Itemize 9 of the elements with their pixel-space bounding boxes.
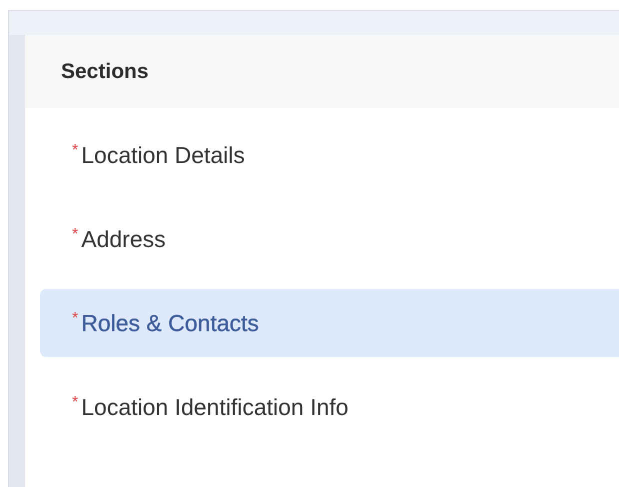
section-item[interactable]: *Location Identification Info xyxy=(40,373,619,441)
required-mark: * xyxy=(72,310,78,328)
section-item[interactable]: *Address xyxy=(40,205,619,273)
required-mark: * xyxy=(72,226,78,244)
section-item[interactable]: *Location Details xyxy=(40,121,619,189)
panel-title: Sections xyxy=(61,60,149,84)
section-item[interactable]: *Roles & Contacts xyxy=(40,289,619,357)
required-mark: * xyxy=(72,394,78,412)
required-mark: * xyxy=(72,142,78,160)
